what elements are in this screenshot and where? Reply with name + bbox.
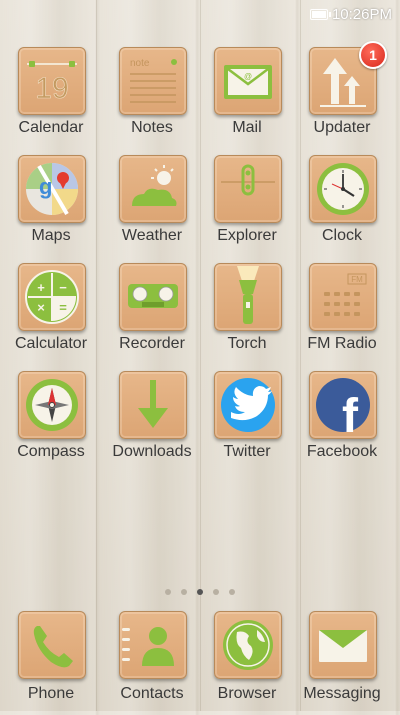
phone-icon (18, 611, 86, 679)
app-label: Updater (313, 119, 371, 136)
clock-icon (309, 155, 377, 223)
app-calculator[interactable]: + − × = Calculator (4, 263, 98, 367)
app-label: Facebook (306, 443, 378, 460)
mail-at-sign: @ (244, 72, 252, 81)
page-dot[interactable] (165, 589, 171, 595)
torch-icon (214, 263, 282, 331)
app-label: Calculator (14, 335, 88, 352)
mail-icon: @ (214, 47, 282, 115)
app-downloads[interactable]: Downloads (105, 371, 199, 475)
app-mail[interactable]: @ Mail (200, 47, 294, 151)
app-label: FM Radio (307, 335, 377, 352)
calendar-date: 19 (35, 72, 68, 105)
notes-text: note (130, 58, 150, 69)
globe-icon (214, 611, 282, 679)
app-fm-radio[interactable]: FM FM Radio (295, 263, 389, 367)
app-notes[interactable]: note Notes (105, 47, 199, 151)
app-recorder[interactable]: Recorder (105, 263, 199, 367)
notification-badge: 1 (359, 41, 387, 69)
app-torch[interactable]: Torch (200, 263, 294, 367)
app-label: Calendar (18, 119, 84, 136)
twitter-icon (214, 371, 282, 439)
app-twitter[interactable]: Twitter (200, 371, 294, 475)
download-arrow-icon (119, 371, 187, 439)
app-label: Phone (27, 685, 75, 702)
calc-symbol-equals: = (59, 300, 67, 315)
app-compass[interactable]: Compass (4, 371, 98, 475)
weather-icon (119, 155, 187, 223)
app-clock[interactable]: Clock (295, 155, 389, 259)
facebook-glyph: f (342, 390, 359, 438)
battery-fill (312, 11, 327, 18)
notes-icon: note (119, 47, 187, 115)
app-explorer[interactable]: Explorer (200, 155, 294, 259)
app-weather[interactable]: Weather (105, 155, 199, 259)
page-dot[interactable] (181, 589, 187, 595)
compass-icon (18, 371, 86, 439)
page-indicator[interactable] (0, 582, 400, 600)
dock-browser[interactable]: Browser (200, 611, 294, 715)
facebook-icon: f (309, 371, 377, 439)
battery-icon (310, 9, 331, 20)
explorer-icon (214, 155, 282, 223)
page-dot[interactable] (229, 589, 235, 595)
status-bar: 10:26PM (0, 0, 400, 30)
contacts-icon (119, 611, 187, 679)
svg-text:g: g (39, 174, 52, 199)
app-calendar[interactable]: 19 Calendar (4, 47, 98, 151)
calc-symbol-times: × (37, 300, 45, 315)
dock-contacts[interactable]: Contacts (105, 611, 199, 715)
dock-messaging[interactable]: Messaging (295, 611, 389, 715)
envelope-icon (309, 611, 377, 679)
calculator-icon: + − × = (18, 263, 86, 331)
app-label: Clock (321, 227, 362, 244)
recorder-icon (119, 263, 187, 331)
calendar-icon: 19 (18, 47, 86, 115)
radio-icon: FM (309, 263, 377, 331)
app-updater[interactable]: 1 Updater (295, 41, 389, 151)
maps-icon: g (18, 155, 86, 223)
calc-symbol-plus: + (37, 280, 45, 295)
page-dot[interactable] (197, 589, 203, 595)
dock-phone[interactable]: Phone (4, 611, 98, 715)
app-maps[interactable]: g Maps (4, 155, 98, 259)
app-label: Maps (31, 227, 71, 244)
app-facebook[interactable]: f Facebook (295, 371, 389, 475)
app-label: Compass (17, 443, 85, 460)
app-label: Messaging (303, 685, 381, 702)
radio-band-label: FM (351, 275, 363, 284)
page-dot[interactable] (213, 589, 219, 595)
status-time: 10:26PM (331, 6, 392, 23)
calc-symbol-minus: − (59, 280, 67, 295)
